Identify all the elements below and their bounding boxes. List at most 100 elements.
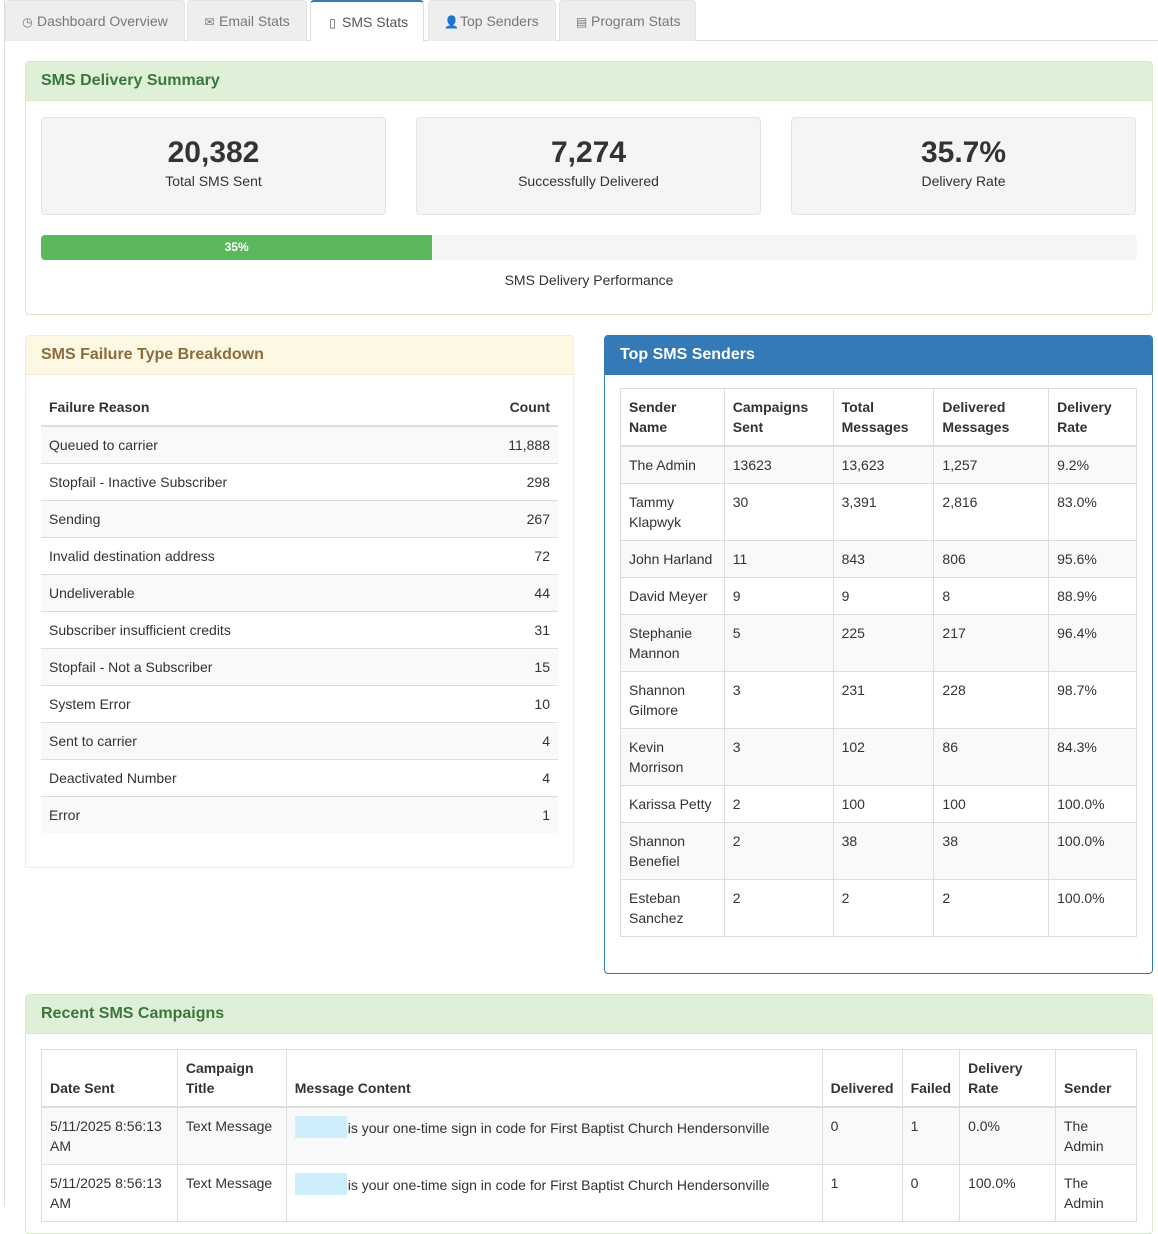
progress-bar: 35%	[41, 235, 433, 260]
table-header-row: Sender Name Campaigns Sent Total Messages D…	[620, 388, 1137, 447]
delivery-rate-stat: 35.7% Delivery Rate	[791, 117, 1136, 215]
table-row: System Error 10	[41, 684, 558, 722]
table-row: 5/11/2025 8:56:13 AM Text Message is you…	[41, 1164, 1137, 1222]
sender-name: Esteban Sanchez	[620, 879, 725, 937]
sender: The Admin	[1055, 1106, 1137, 1165]
campaigns-sent: 5	[723, 614, 834, 672]
column-header: Sender	[1055, 1049, 1137, 1108]
stat-label: Total SMS Sent	[165, 173, 262, 189]
stat-value: 7,274	[550, 136, 627, 169]
failure-reason: Subscriber insufficient credits	[41, 610, 442, 648]
redacted-code	[294, 1173, 347, 1195]
delivered-count: 1	[821, 1164, 903, 1222]
column-header: Failed	[901, 1049, 961, 1108]
delivered-messages: 1,257	[933, 445, 1050, 484]
delivery-rate: 84.3%	[1048, 728, 1137, 786]
failure-count: 15	[441, 647, 558, 685]
date-sent: 5/11/2025 8:56:13 AM	[41, 1164, 178, 1222]
table-row: David Meyer 9 9 8 88.9%	[620, 577, 1137, 615]
delivery-rate: 100.0%	[1048, 879, 1137, 937]
total-sms-sent-stat: 20,382 Total SMS Sent	[41, 117, 386, 215]
column-header-total-messages: Total Messages	[832, 388, 935, 447]
message-content-cell: is your one-time sign in code for First …	[285, 1106, 823, 1165]
sender: The Admin	[1055, 1164, 1137, 1222]
tab-label: Program Stats	[591, 13, 681, 29]
sender-name: Stephanie Mannon	[620, 614, 725, 672]
column-header: Failure Reason	[41, 388, 442, 427]
table-row: Queued to carrier 11,888	[41, 425, 558, 463]
failure-reason: Sending	[41, 499, 442, 537]
campaigns-sent: 2	[723, 822, 834, 880]
tab-label: Dashboard Overview	[37, 13, 168, 29]
delivery-rate: 0.0%	[959, 1106, 1056, 1165]
failure-count: 4	[441, 721, 558, 759]
delivered-messages: 38	[933, 822, 1050, 880]
tab-sms-stats[interactable]: ▯ SMS Stats	[310, 0, 424, 42]
total-messages: 102	[832, 728, 935, 786]
dashboard-icon: ◷	[22, 15, 33, 29]
tab-label: SMS Stats	[342, 14, 409, 30]
tab-email-stats[interactable]: ✉ Email Stats	[187, 0, 307, 41]
sender-name: The Admin	[620, 445, 725, 484]
table-row: Esteban Sanchez 2 2 2 100.0%	[620, 879, 1137, 937]
failure-count: 1	[441, 795, 558, 833]
recent-sms-campaigns-panel: Recent SMS Campaigns Date Sent Campaign …	[25, 994, 1153, 1234]
table-row: Kevin Morrison 3 102 86 84.3%	[620, 728, 1137, 786]
tab-top-senders[interactable]: 👤Top Senders	[428, 0, 556, 41]
table-row: Sent to carrier 4	[41, 721, 558, 759]
table-row: Stephanie Mannon 5 225 217 96.4%	[620, 614, 1137, 672]
delivery-rate: 100.0%	[1048, 785, 1137, 823]
table-row: Undeliverable 44	[41, 573, 558, 611]
failure-count: 10	[441, 684, 558, 722]
failure-count: 11,888	[441, 425, 558, 463]
sender-name: David Meyer	[620, 577, 725, 615]
total-messages: 9	[832, 577, 935, 615]
table-row: Shannon Gilmore 3 231 228 98.7%	[620, 671, 1137, 729]
total-messages: 3,391	[832, 483, 935, 541]
sender-name: Kevin Morrison	[620, 728, 725, 786]
campaigns-sent: 13623	[723, 445, 834, 484]
delivered-messages: 228	[933, 671, 1050, 729]
column-header-sender-name: Sender Name	[620, 388, 725, 447]
tab-label: Top Senders	[460, 13, 539, 29]
failed-count: 0	[901, 1164, 961, 1222]
failure-count: 298	[441, 462, 558, 500]
column-header: Message Content	[285, 1049, 823, 1108]
list-icon: ▤	[575, 15, 588, 29]
delivered-messages: 806	[933, 540, 1050, 578]
table-row: Invalid destination address 72	[41, 536, 558, 574]
campaigns-sent: 11	[723, 540, 834, 578]
table-row: The Admin 13623 13,623 1,257 9.2%	[620, 445, 1137, 484]
campaign-title: Text Message	[176, 1164, 287, 1222]
delivered-stat: 7,274 Successfully Delivered	[416, 117, 761, 215]
panel-title: SMS Failure Type Breakdown	[26, 336, 573, 375]
column-header-delivered-messages: Delivered Messages	[933, 388, 1050, 447]
total-messages: 225	[832, 614, 935, 672]
total-messages: 13,623	[832, 445, 935, 484]
total-messages: 38	[832, 822, 935, 880]
delivery-progress: 35%	[41, 235, 1137, 260]
tab-dashboard-overview[interactable]: ◷ Dashboard Overview	[5, 0, 185, 41]
tab-bar: ◷ Dashboard Overview ✉ Email Stats ▯ SMS St…	[5, 0, 1158, 42]
delivered-count: 0	[821, 1106, 903, 1165]
total-messages: 2	[832, 879, 935, 937]
failure-count: 44	[441, 573, 558, 611]
delivery-rate: 100.0%	[1048, 822, 1137, 880]
failed-count: 1	[901, 1106, 961, 1165]
total-messages: 843	[832, 540, 935, 578]
progress-caption: SMS Delivery Performance	[504, 272, 674, 288]
delivered-messages: 217	[933, 614, 1050, 672]
failure-count: 4	[441, 758, 558, 796]
failure-count: 31	[441, 610, 558, 648]
table-header-row: Failure Reason Count	[41, 388, 558, 427]
column-header: Count	[441, 388, 558, 427]
failure-reason: System Error	[41, 684, 442, 722]
tab-program-stats[interactable]: ▤ Program Stats	[559, 0, 696, 41]
failure-reason: Error	[41, 795, 442, 833]
delivered-messages: 2,816	[933, 483, 1050, 541]
date-sent: 5/11/2025 8:56:13 AM	[41, 1106, 178, 1165]
column-header: Campaign Title	[176, 1049, 287, 1108]
delivery-rate: 96.4%	[1048, 614, 1137, 672]
campaigns-sent: 3	[723, 728, 834, 786]
campaigns-sent: 30	[723, 483, 834, 541]
